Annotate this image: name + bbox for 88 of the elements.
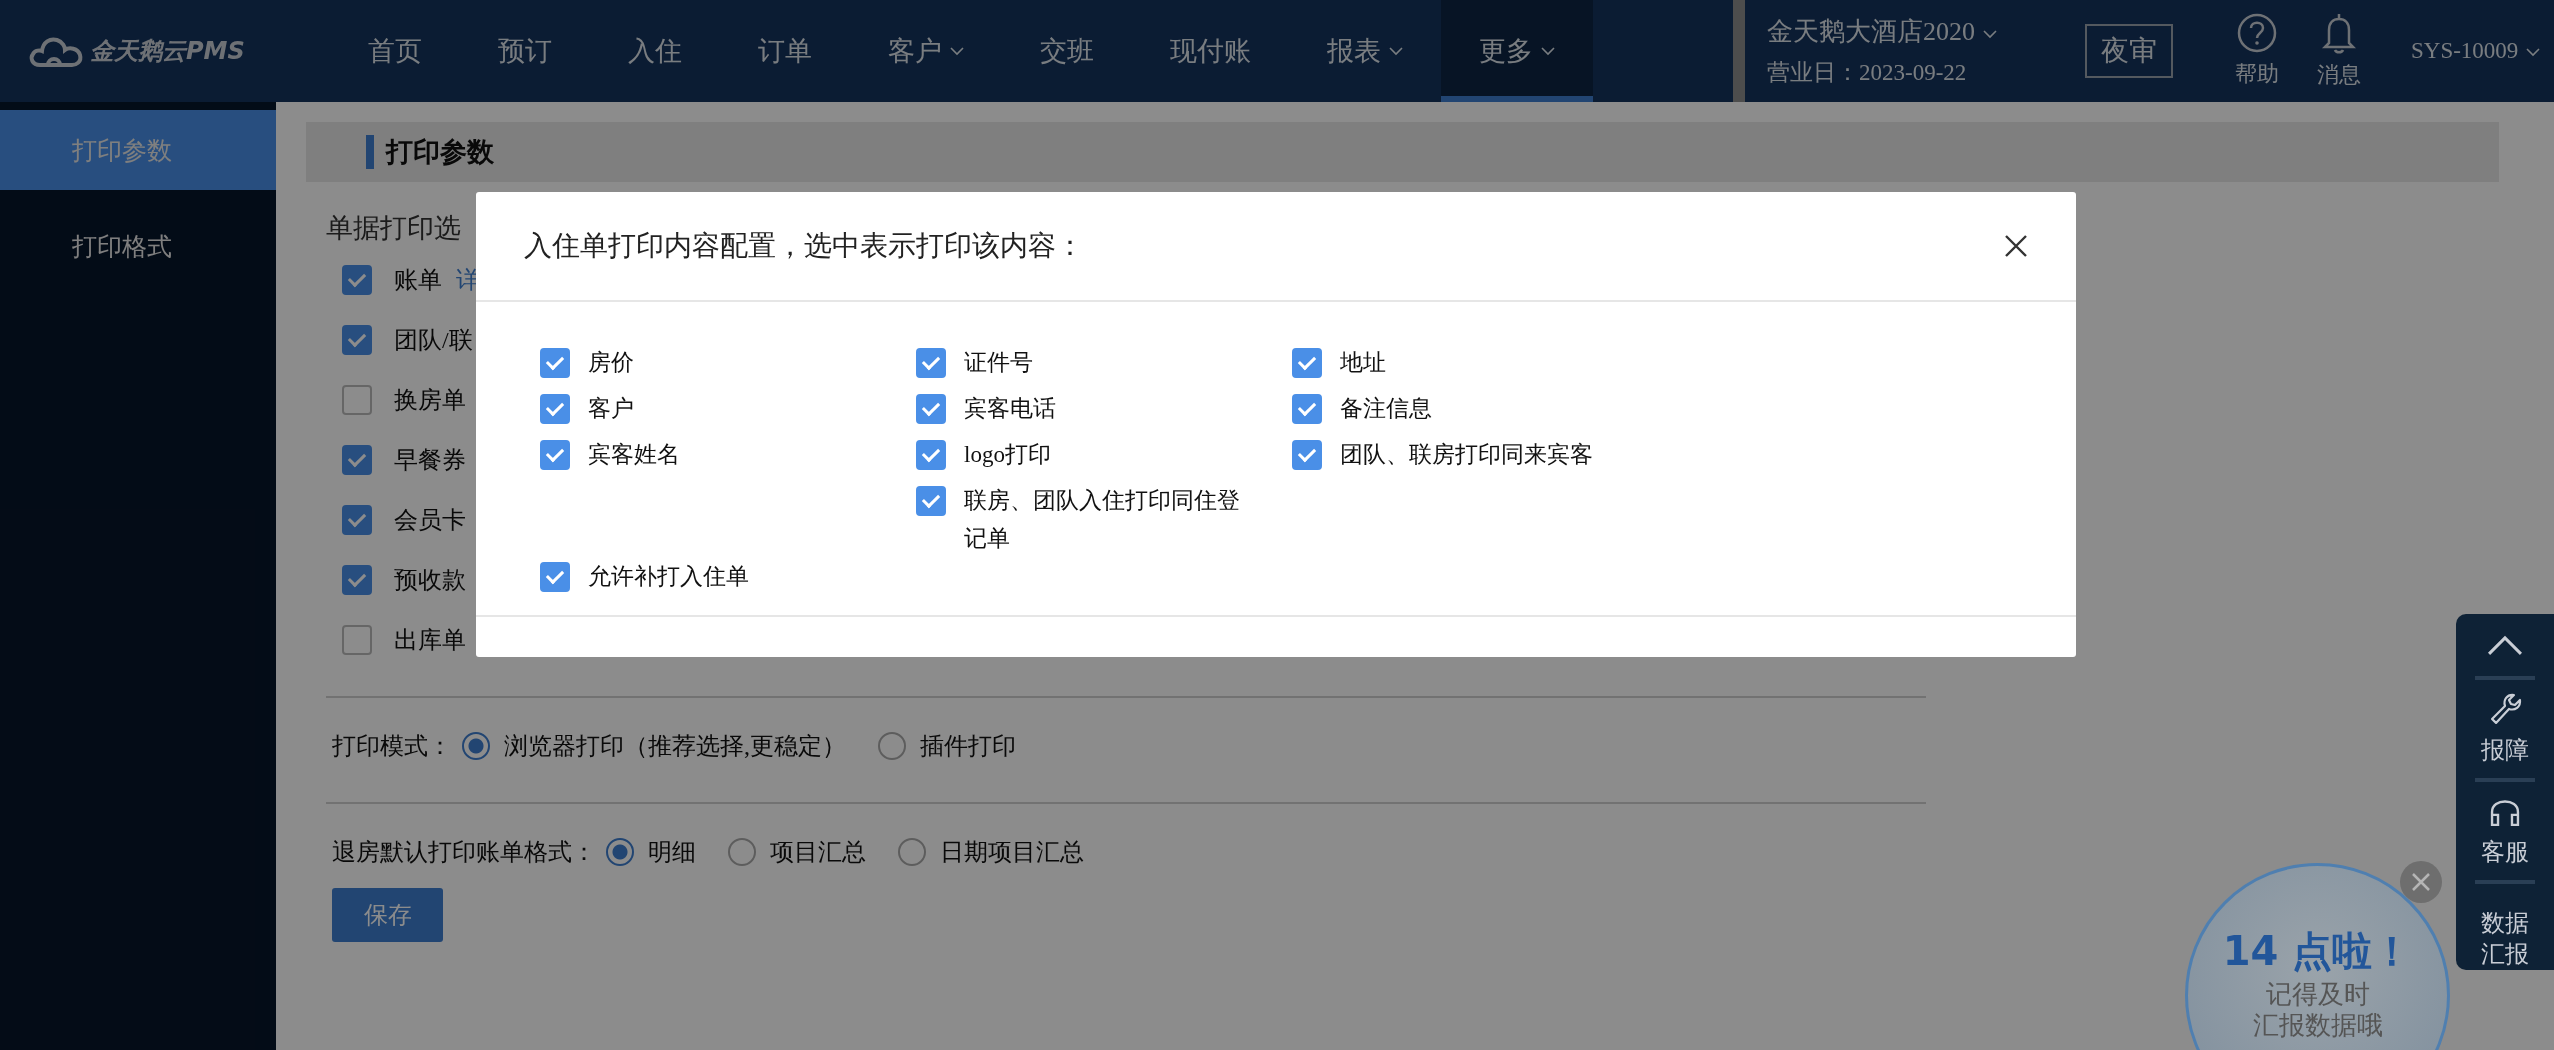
data-report-label[interactable]: 数据汇报 [2481,907,2529,970]
dialog-title: 入住单打印内容配置，选中表示打印该内容： [524,229,1084,263]
section-label: 单据打印选 [326,212,461,245]
radio-label: 插件打印 [920,732,1016,761]
radio-label: 明细 [648,838,696,867]
nav-tab[interactable]: 订单 [720,0,850,102]
accent-bar [366,135,374,169]
checkbox-label: 团队/联 [394,326,473,355]
nav-tab[interactable]: 首页 [330,0,460,102]
chevron-down-icon[interactable] [1983,29,1997,39]
radio-button[interactable] [462,732,490,760]
checkbox-label: 换房单 [394,386,466,415]
checkbox[interactable] [540,562,570,592]
save-button[interactable]: 保存 [332,888,443,942]
report-issue-label[interactable]: 报障 [2481,733,2529,766]
checkbox[interactable] [540,440,570,470]
radio-button[interactable] [878,732,906,760]
help-label[interactable]: 帮助 [2235,59,2279,89]
checkbox-label: 预收款 [394,566,466,595]
checkbox[interactable] [342,385,372,415]
checkbox[interactable] [540,394,570,424]
checkbox-label: 早餐券 [394,446,466,475]
print-mode-label: 打印模式： [332,732,452,761]
bell-icon[interactable] [2321,12,2357,54]
sidebar-item[interactable]: 打印参数 [0,110,276,190]
checkbox-label: 联房、团队入住打印同住登记单 [964,487,1241,553]
sidebar-item[interactable]: 打印格式 [0,206,276,286]
nav-tab[interactable]: 更多 [1441,0,1593,102]
nav-tab[interactable]: 预订 [460,0,590,102]
help-icon[interactable] [2237,13,2277,53]
radio-button[interactable] [728,838,756,866]
checkbox-label: logo打印 [964,441,1052,469]
checkbox[interactable] [342,505,372,535]
section-title: 打印参数 [386,136,494,169]
business-date: 营业日：2023-09-22 [1767,59,1968,87]
checkbox-label: 会员卡 [394,506,466,535]
checkbox[interactable] [916,394,946,424]
close-icon[interactable] [2004,234,2028,258]
checkbox[interactable] [342,565,372,595]
cloud-logo-icon [28,34,84,68]
radio-label: 项目汇总 [770,838,866,867]
checkbox-label: 宾客电话 [964,395,1057,423]
chevron-down-icon[interactable] [950,46,964,56]
checkbox-label: 允许补打入住单 [588,563,750,591]
customer-service-label[interactable]: 客服 [2481,835,2529,868]
nav-tab[interactable]: 客户 [850,0,1002,102]
nav-tab[interactable]: 入住 [590,0,720,102]
wrench-icon[interactable] [2488,691,2522,726]
user-menu[interactable]: SYS-10009 [2411,38,2541,64]
checkbox[interactable] [916,440,946,470]
chevron-down-icon[interactable] [2526,48,2541,58]
chevron-down-icon[interactable] [1389,46,1403,56]
checkbox-label: 宾客姓名 [588,441,681,469]
checkbox[interactable] [916,348,946,378]
radio-button[interactable] [898,838,926,866]
checkbox[interactable] [342,325,372,355]
radio-button[interactable] [606,838,634,866]
chevron-down-icon[interactable] [1541,46,1555,56]
checkbox[interactable] [342,265,372,295]
nav-tab[interactable]: 报表 [1289,0,1441,102]
nav-tab[interactable]: 现付账 [1132,0,1289,102]
checkbox-label: 证件号 [964,349,1034,377]
checkbox-label: 客户 [588,395,635,423]
radio-label: 浏览器打印（推荐选择,更稳定） [504,732,846,761]
checkbox-label: 团队、联房打印同来宾客 [1340,441,1594,469]
checkbox-label: 地址 [1340,349,1387,377]
checkbox[interactable] [1292,394,1322,424]
checkbox[interactable] [342,625,372,655]
checkout-format-label: 退房默认打印账单格式： [332,838,596,867]
night-audit-button[interactable]: 夜审 [2085,24,2173,78]
messages-label[interactable]: 消息 [2317,60,2361,90]
checkbox[interactable] [540,348,570,378]
chevron-up-icon[interactable] [2487,634,2523,656]
checkbox-label: 出库单 [394,626,466,655]
radio-label: 日期项目汇总 [940,838,1084,867]
reminder-message: 记得及时 [2265,979,2370,1011]
checkbox-label: 备注信息 [1340,395,1433,423]
checkbox-label: 房价 [588,349,635,377]
checkbox[interactable] [916,486,946,516]
checkbox-label: 账单 [394,266,442,295]
checkbox[interactable] [1292,440,1322,470]
reminder-message: 汇报数据哦 [2252,1010,2383,1042]
logo-text: 金天鹅云PMS [90,36,245,67]
nav-tab[interactable]: 交班 [1002,0,1132,102]
checkbox[interactable] [1292,348,1322,378]
reminder-headline: 14 点啦！ [2222,927,2413,976]
hotel-selector[interactable]: 金天鹅大酒店2020 [1767,14,2067,49]
checkbox[interactable] [342,445,372,475]
